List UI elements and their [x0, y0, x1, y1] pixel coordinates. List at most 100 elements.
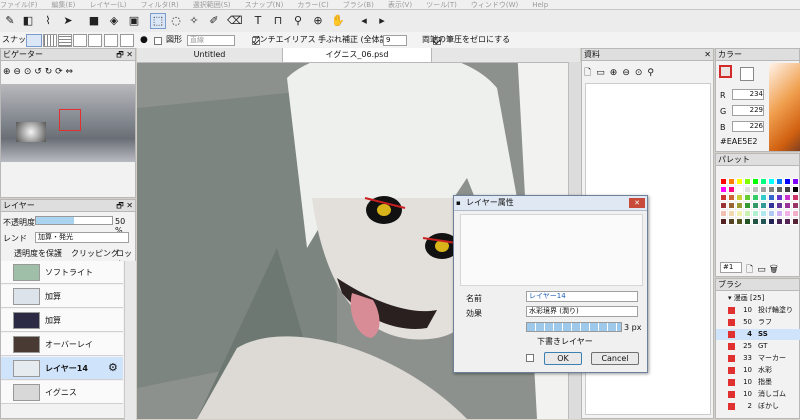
layer-scrollbar[interactable] — [124, 261, 136, 420]
palette-swatch[interactable] — [728, 186, 735, 193]
palette-swatch[interactable] — [776, 218, 783, 225]
palette-swatch[interactable] — [792, 202, 799, 209]
snap-parallel-icon[interactable] — [43, 34, 57, 47]
snap-off-icon[interactable] — [26, 34, 42, 47]
menu-help[interactable]: Help — [532, 1, 548, 9]
move-tool-icon[interactable]: ➤ — [60, 13, 76, 29]
palette-swatch[interactable] — [776, 178, 783, 185]
color-picker-area[interactable] — [769, 63, 800, 151]
palette-swatch[interactable] — [784, 218, 791, 225]
new-palette-icon[interactable]: 🗋 — [746, 265, 757, 275]
palette-swatch[interactable] — [752, 210, 759, 217]
palette-swatch[interactable] — [792, 194, 799, 201]
palette-swatch[interactable] — [776, 210, 783, 217]
snap-circle-icon[interactable] — [120, 34, 134, 47]
panel-close-icon[interactable]: 🗗 ✕ — [116, 49, 133, 61]
select-pen-icon[interactable]: ✐ — [206, 13, 222, 29]
rect-select-icon[interactable]: ⬚ — [150, 13, 166, 29]
palette-swatch[interactable] — [720, 194, 727, 201]
palette-swatch[interactable] — [776, 202, 783, 209]
menu-edit[interactable]: 編集(E) — [52, 1, 76, 9]
brush-item[interactable]: 10 水彩 — [716, 365, 796, 376]
palette-swatch[interactable] — [768, 202, 775, 209]
bucket-tool-icon[interactable]: ◈ — [106, 13, 122, 29]
text-tool-icon[interactable]: T — [250, 13, 266, 29]
delete-palette-icon[interactable]: 🗑 — [770, 265, 782, 275]
background-color-swatch[interactable] — [740, 67, 754, 81]
navigator-preview[interactable] — [1, 84, 135, 162]
divide-tool-icon[interactable]: ⊓ — [270, 13, 286, 29]
palette-swatch[interactable] — [792, 218, 799, 225]
palette-swatch[interactable] — [768, 178, 775, 185]
menu-layer[interactable]: レイヤー(L) — [89, 1, 126, 9]
palette-swatch[interactable] — [736, 218, 743, 225]
menu-tool[interactable]: ツール(T) — [426, 1, 457, 9]
lasso-select-icon[interactable]: ◌ — [168, 13, 184, 29]
snap-vanish-icon[interactable] — [88, 34, 102, 47]
palette-swatch[interactable] — [736, 202, 743, 209]
menu-brush[interactable]: ブラシ(B) — [343, 1, 374, 9]
panel-close-icon[interactable]: 🗗 ✕ — [116, 200, 133, 212]
palette-swatch[interactable] — [744, 202, 751, 209]
palette-swatch[interactable] — [728, 202, 735, 209]
rotate-ccw-icon[interactable]: ↺ — [34, 67, 42, 77]
menu-file[interactable]: ファイル(F) — [0, 1, 38, 9]
palette-swatch[interactable] — [744, 178, 751, 185]
palette-swatch[interactable] — [728, 218, 735, 225]
palette-swatch[interactable] — [784, 178, 791, 185]
palette-swatch[interactable] — [792, 210, 799, 217]
palette-swatch[interactable] — [752, 178, 759, 185]
brush-item[interactable]: 25 GT — [716, 341, 796, 352]
palette-swatch[interactable] — [720, 186, 727, 193]
palette-swatch[interactable] — [744, 194, 751, 201]
copy-palette-icon[interactable]: ▭ — [757, 265, 770, 275]
brush-item[interactable]: 50 ラフ — [716, 317, 796, 328]
rotate-cw-icon[interactable]: ↻ — [45, 67, 53, 77]
ok-button[interactable]: OK — [544, 352, 582, 365]
zoom-tool-icon[interactable]: ⊕ — [310, 13, 326, 29]
hand-tool-icon[interactable]: ✋ — [330, 13, 346, 29]
palette-swatch[interactable] — [760, 178, 767, 185]
rotate-right-icon[interactable]: ▸ — [374, 13, 390, 29]
panel-close-icon[interactable]: ✕ — [704, 49, 711, 61]
new-file-icon[interactable]: 🗋 — [584, 68, 596, 78]
palette-swatch[interactable] — [768, 218, 775, 225]
palette-swatch[interactable] — [760, 202, 767, 209]
stabilizer-select[interactable]: 9 — [383, 35, 407, 46]
palette-swatch[interactable] — [760, 210, 767, 217]
draft-layer-checkbox[interactable] — [526, 353, 534, 362]
gear-icon[interactable]: ⚙ — [108, 361, 118, 374]
close-icon[interactable]: ✕ — [629, 198, 645, 208]
menu-select[interactable]: 選択範囲(S) — [193, 1, 231, 9]
brush-item-selected[interactable]: 4 SS — [716, 329, 800, 340]
menu-window[interactable]: ウィンドウ(W) — [471, 1, 518, 9]
palette-swatch[interactable] — [728, 178, 735, 185]
zoom-reset-icon[interactable]: ⊙ — [24, 67, 32, 77]
layer-row[interactable]: 加算 — [1, 309, 123, 332]
palette-swatch[interactable] — [720, 218, 727, 225]
palette-swatch[interactable] — [752, 202, 759, 209]
shape-checkbox[interactable] — [154, 36, 162, 45]
palette-swatch[interactable] — [744, 186, 751, 193]
palette-swatch[interactable] — [760, 194, 767, 201]
palette-swatch[interactable] — [784, 186, 791, 193]
b-value[interactable]: 226 — [732, 121, 764, 132]
palette-swatch[interactable] — [784, 210, 791, 217]
tab-untitled[interactable]: Untitled — [137, 48, 282, 62]
palette-swatch[interactable] — [768, 186, 775, 193]
rotate-reset-icon[interactable]: ⟳ — [55, 67, 63, 77]
menu-snap[interactable]: スナップ(N) — [245, 1, 284, 9]
brush-item[interactable]: 10 消しゴム — [716, 389, 796, 400]
menu-color[interactable]: カラー(C) — [297, 1, 328, 9]
brush-item[interactable]: 10 指墨 — [716, 377, 796, 388]
menu-view[interactable]: 表示(V) — [388, 1, 412, 9]
brush-item[interactable]: 33 マーカー — [716, 353, 796, 364]
pen-tool-icon[interactable]: ✎ — [2, 13, 18, 29]
magic-wand-icon[interactable]: ✧ — [186, 13, 202, 29]
palette-page-select[interactable]: #1 — [720, 262, 742, 273]
palette-swatch[interactable] — [720, 202, 727, 209]
palette-swatch[interactable] — [736, 178, 743, 185]
brush-item[interactable]: 2 ぼかし — [716, 401, 796, 412]
palette-swatch[interactable] — [792, 178, 799, 185]
select-eraser-icon[interactable]: ⌫ — [226, 13, 243, 29]
